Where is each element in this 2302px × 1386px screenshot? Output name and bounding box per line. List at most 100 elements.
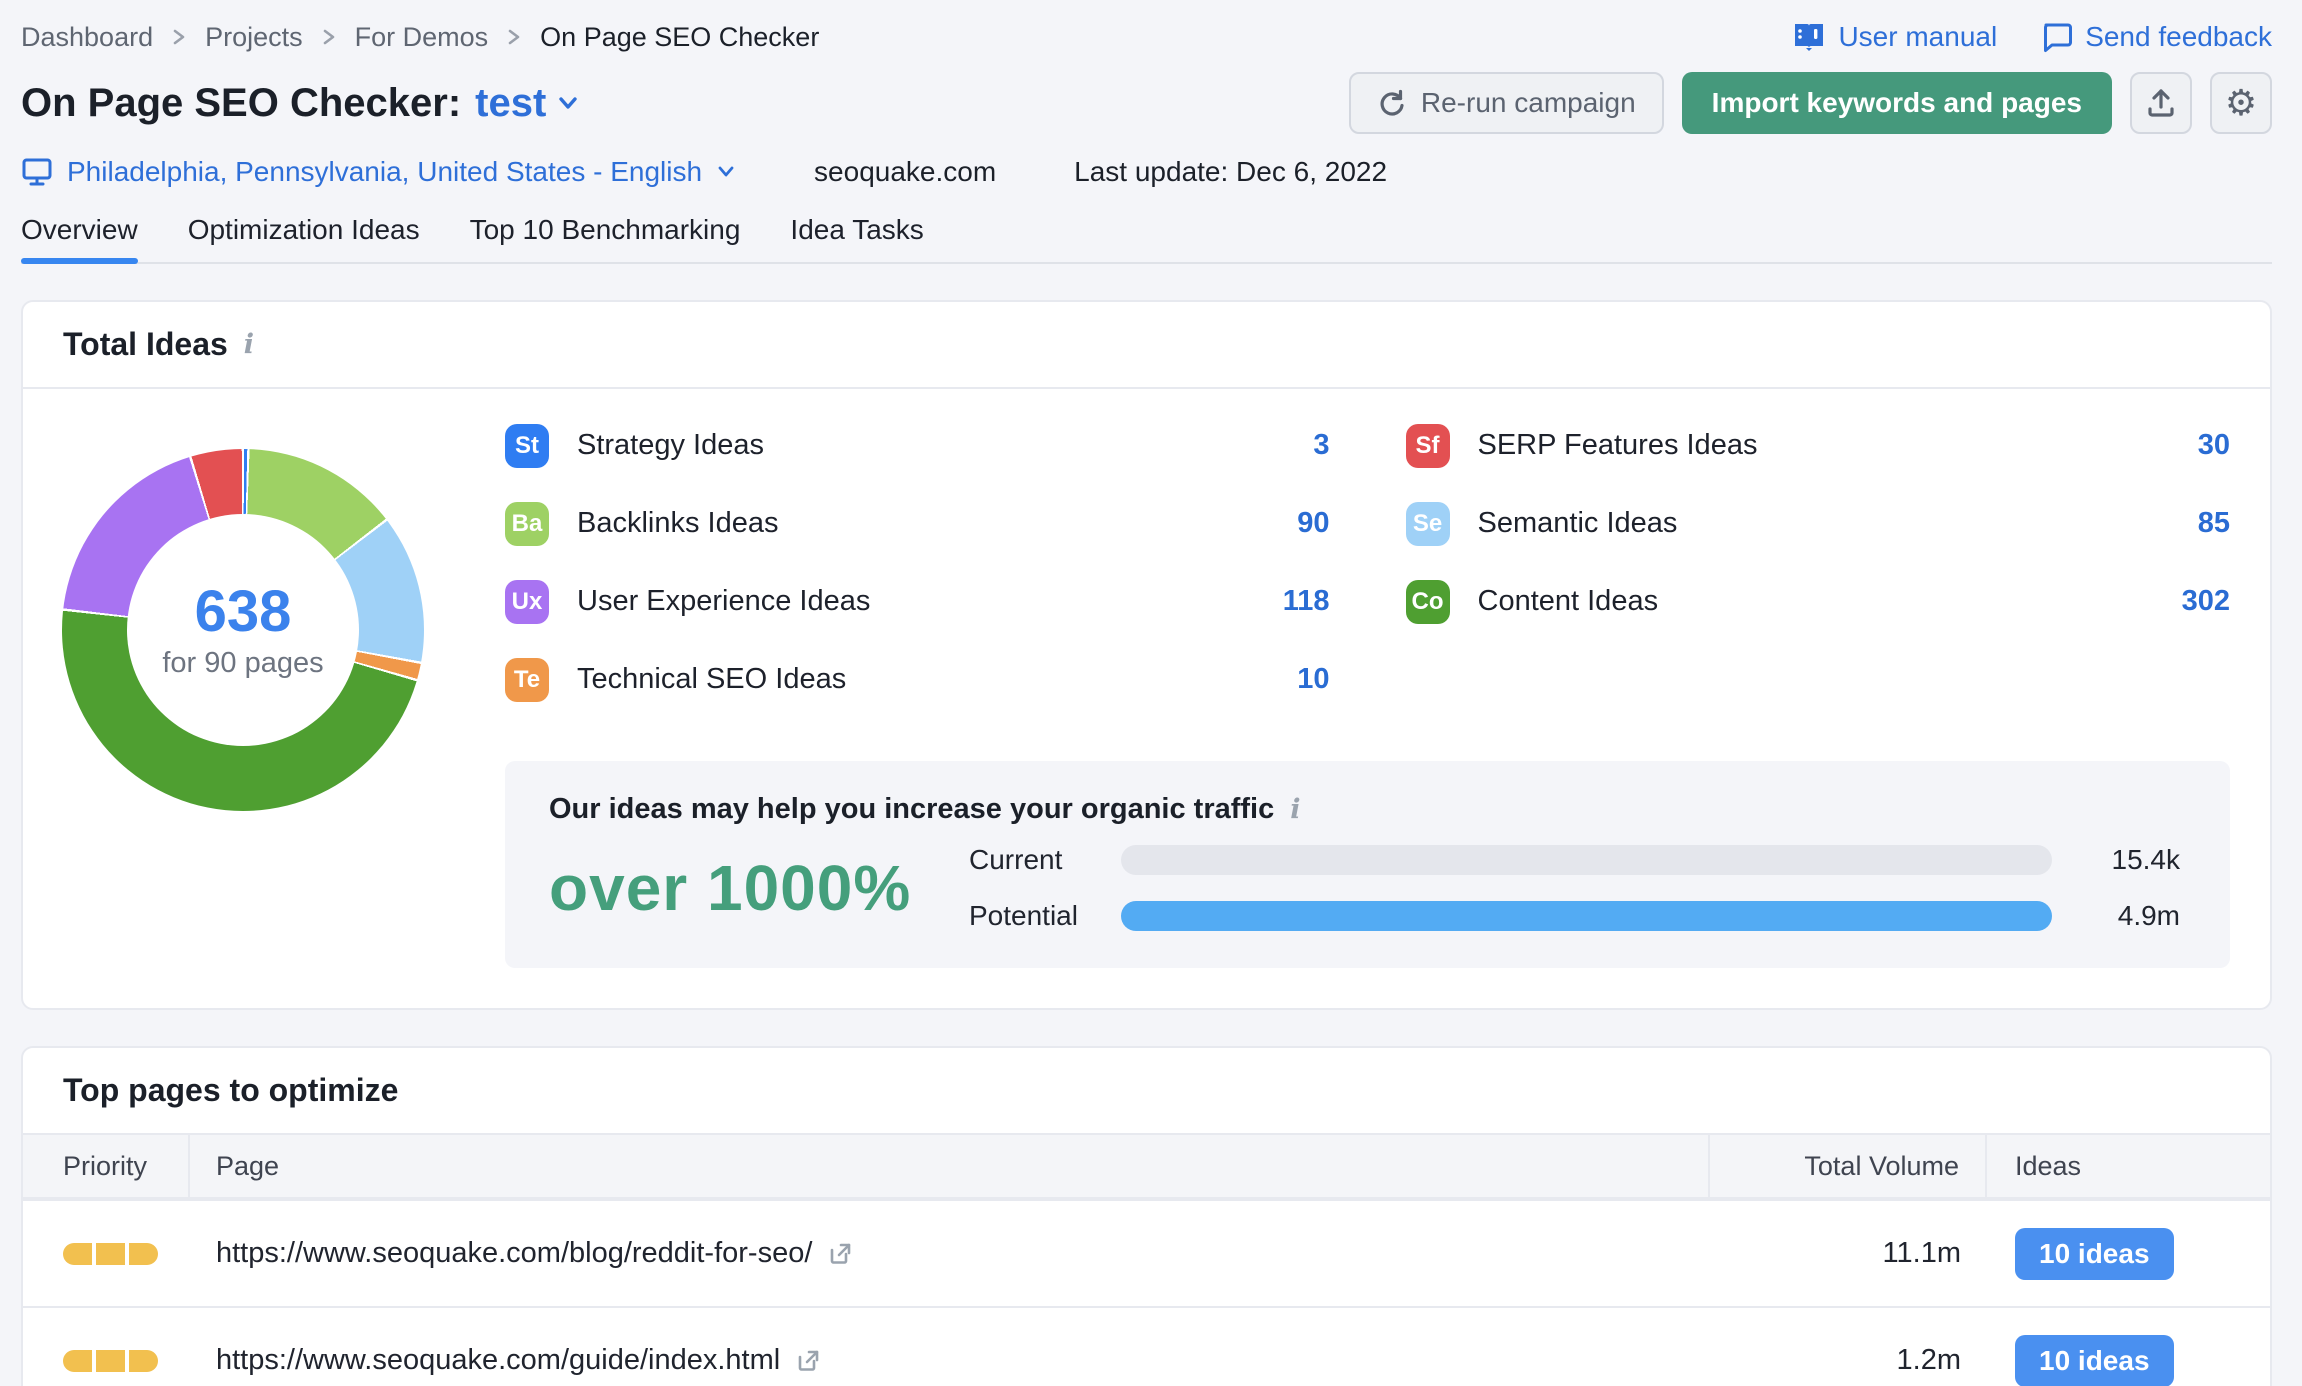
info-icon[interactable]: i [244,329,254,360]
column-header-total-volume: Total Volume [1710,1135,1987,1197]
page-url[interactable]: https://www.seoquake.com/guide/index.htm… [216,1344,780,1377]
top-pages-header: Top pages to optimize [23,1048,2270,1133]
chevron-right-icon [171,25,187,49]
legend-item-user-experience: Ux User Experience Ideas 118 [505,579,1330,624]
strategy-badge-icon: St [505,423,549,468]
potential-traffic-row: Potential 4.9m [969,900,2180,932]
location-selector[interactable]: Philadelphia, Pennsylvania, United State… [21,156,736,188]
meta-row: Philadelphia, Pennsylvania, United State… [21,156,2272,188]
breadcrumb-projects[interactable]: Projects [205,22,303,53]
top-pages-title: Top pages to optimize [63,1072,399,1108]
total-volume-cell: 11.1m [1882,1237,1961,1269]
book-icon [1792,21,1826,53]
legend-label: Semantic Ideas [1477,507,1678,539]
total-ideas-body: 638 for 90 pages St Strategy Ideas 3 Ba … [23,389,2270,1008]
feedback-bubble-icon [2041,21,2073,53]
legend-label: User Experience Ideas [577,585,871,617]
legend-value-link[interactable]: 85 [2198,507,2230,540]
donut-total-label: for 90 pages [162,647,324,680]
tab-bar: Overview Optimization Ideas Top 10 Bench… [21,214,2272,264]
page-title: On Page SEO Checker: test [21,81,580,126]
priority-cell [23,1349,190,1372]
legend-value-link[interactable]: 302 [2182,585,2230,618]
legend-column-right: Sf SERP Features Ideas 30 Se Semantic Id… [1405,423,2230,735]
chevron-right-icon [506,25,522,49]
tab-overview[interactable]: Overview [21,214,138,264]
toolbar: Re-run campaign Import keywords and page… [1348,72,2272,134]
current-traffic-value: 15.4k [2111,844,2181,875]
legend-value-link[interactable]: 90 [1297,507,1329,540]
gear-icon: ⚙ [2224,82,2258,123]
legend-label: Backlinks Ideas [577,507,779,539]
tab-optimization-ideas[interactable]: Optimization Ideas [188,214,420,262]
donut-center: 638 for 90 pages [127,514,359,746]
priority-pill [129,1242,158,1265]
breadcrumb-for-demos[interactable]: For Demos [355,22,489,53]
donut-wrap: 638 for 90 pages [53,449,433,968]
campaign-selector[interactable]: test [475,81,580,126]
breadcrumb-dashboard[interactable]: Dashboard [21,22,153,53]
potential-traffic-value: 4.9m [2117,900,2180,931]
current-traffic-row: Current 15.4k [969,844,2180,876]
traffic-panel-title: Our ideas may help you increase your org… [549,793,1275,825]
legend-value-link[interactable]: 118 [1283,585,1330,618]
page: Dashboard Projects For Demos On Page SEO… [0,0,2302,1386]
potential-traffic-bar [1121,901,2052,931]
info-icon[interactable]: i [1290,794,1300,825]
page-url[interactable]: https://www.seoquake.com/blog/reddit-for… [216,1237,812,1270]
legend-value-link[interactable]: 3 [1313,429,1329,462]
technical-seo-badge-icon: Te [505,657,549,702]
priority-cell [23,1242,190,1265]
external-link-icon[interactable] [826,1240,854,1268]
user-manual-label: User manual [1838,21,1998,52]
total-ideas-header: Total Ideas i [23,302,2270,387]
rerun-campaign-label: Re-run campaign [1420,87,1636,118]
top-links: User manual Send feedback [1792,21,2272,53]
chevron-down-icon [716,164,736,180]
tab-idea-tasks[interactable]: Idea Tasks [790,214,923,262]
priority-pill [96,1242,125,1265]
location-label: Philadelphia, Pennsylvania, United State… [67,156,703,187]
priority-pill [96,1349,125,1372]
upload-icon [2145,87,2177,119]
legend-value-link[interactable]: 30 [2198,429,2230,462]
legend-label: Content Ideas [1477,585,1659,617]
organic-traffic-panel: Our ideas may help you increase your org… [505,761,2230,968]
legend-value-link[interactable]: 10 [1297,663,1329,696]
backlinks-badge-icon: Ba [505,501,549,546]
total-ideas-title: Total Ideas [63,326,228,362]
title-row: On Page SEO Checker: test Re-run campaig… [21,72,2272,134]
legend-item-technical-seo: Te Technical SEO Ideas 10 [505,657,1330,702]
external-link-icon[interactable] [794,1347,822,1375]
ideas-legend: St Strategy Ideas 3 Ba Backlinks Ideas 9… [505,423,2230,735]
page-cell: https://www.seoquake.com/guide/index.htm… [190,1344,1710,1377]
settings-button[interactable]: ⚙ [2210,72,2272,134]
tab-top10-benchmarking[interactable]: Top 10 Benchmarking [470,214,741,262]
rerun-campaign-button[interactable]: Re-run campaign [1348,72,1664,134]
bar-label-potential: Potential [969,900,1078,931]
send-feedback-link[interactable]: Send feedback [2041,21,2272,53]
user-manual-link[interactable]: User manual [1792,21,1997,53]
table-row: https://www.seoquake.com/guide/index.htm… [23,1306,2270,1386]
legend-label: Strategy Ideas [577,429,764,461]
export-button[interactable] [2130,72,2192,134]
ideas-cell: 10 ideas [1987,1334,2270,1386]
ideas-count-button[interactable]: 10 ideas [2015,1334,2174,1386]
bar-label-current: Current [969,844,1063,875]
column-header-priority: Priority [23,1135,190,1197]
refresh-icon [1377,88,1407,118]
priority-pill [63,1242,92,1265]
import-keywords-label: Import keywords and pages [1711,87,2082,118]
ideas-count-button[interactable]: 10 ideas [2015,1227,2174,1280]
legend-item-semantic: Se Semantic Ideas 85 [1405,501,2230,546]
chevron-down-icon [556,94,580,112]
legend-item-backlinks: Ba Backlinks Ideas 90 [505,501,1330,546]
breadcrumb-row: Dashboard Projects For Demos On Page SEO… [21,14,2272,60]
campaign-domain: seoquake.com [814,156,997,187]
import-keywords-button[interactable]: Import keywords and pages [1681,72,2112,134]
semantic-badge-icon: Se [1405,501,1450,546]
traffic-panel-header: Our ideas may help you increase your org… [549,793,2186,826]
total-ideas-card: Total Ideas i 638 for 90 pages St Strate… [21,300,2272,1010]
total-ideas-donut-chart: 638 for 90 pages [62,449,424,811]
legend-item-serp-features: Sf SERP Features Ideas 30 [1405,423,2230,468]
